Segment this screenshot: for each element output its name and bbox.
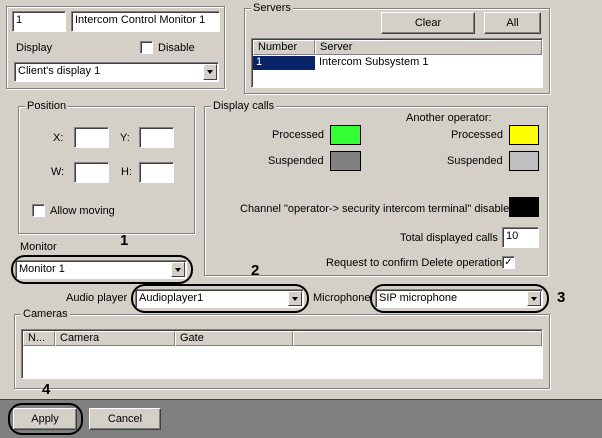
cameras-title: Cameras — [21, 308, 70, 321]
chevron-down-icon[interactable] — [288, 291, 302, 306]
microphone-label: Microphone — [313, 292, 371, 304]
w-input[interactable] — [74, 162, 109, 183]
callout-number-2: 2 — [251, 262, 260, 279]
servers-col-server[interactable]: Server — [315, 40, 542, 55]
audio-player-label: Audio player — [66, 292, 128, 304]
w-label: W: — [51, 166, 65, 178]
audio-player-select-value: Audioplayer1 — [139, 292, 204, 304]
cameras-col-empty — [293, 331, 542, 346]
monitor-select-value: Monitor 1 — [19, 263, 65, 275]
display-label: Display — [16, 42, 53, 54]
chevron-down-icon[interactable] — [203, 64, 217, 80]
display-select[interactable]: Client's display 1 — [14, 62, 219, 82]
cancel-button[interactable]: Cancel — [89, 408, 161, 430]
confirm-delete-checkbox[interactable]: ✓ — [502, 256, 515, 269]
servers-title: Servers — [251, 2, 293, 15]
object-id-field[interactable]: 1 — [12, 11, 66, 32]
another-operator-label: Another operator: — [406, 112, 492, 124]
cameras-col-number[interactable]: N... — [23, 331, 55, 346]
microphone-select[interactable]: SIP microphone — [375, 289, 543, 308]
disable-checkbox[interactable] — [140, 41, 153, 54]
microphone-select-value: SIP microphone — [379, 292, 458, 304]
monitor-label: Monitor — [20, 241, 57, 253]
cameras-table[interactable]: N... Camera Gate — [21, 329, 543, 379]
h-label: H: — [121, 166, 132, 178]
clear-button[interactable]: Clear — [381, 12, 475, 34]
another-suspended-color-swatch[interactable] — [509, 151, 539, 171]
x-input[interactable] — [74, 127, 109, 148]
channel-disabled-label: Channel "operator-> security intercom te… — [240, 203, 516, 215]
servers-col-number[interactable]: Number — [253, 40, 315, 55]
x-label: X: — [53, 132, 64, 144]
cameras-col-camera[interactable]: Camera — [55, 331, 175, 346]
table-row[interactable]: 1 Intercom Subsystem 1 — [253, 56, 542, 70]
suspended-color-swatch[interactable] — [330, 151, 361, 171]
server-number-cell: 1 — [253, 56, 315, 70]
h-input[interactable] — [139, 162, 174, 183]
display-select-value: Client's display 1 — [18, 65, 101, 77]
processed-color-swatch[interactable] — [330, 125, 361, 145]
position-title: Position — [25, 100, 69, 113]
server-name-cell: Intercom Subsystem 1 — [319, 56, 429, 68]
all-button[interactable]: All — [484, 12, 541, 34]
callout-number-1: 1 — [120, 232, 129, 249]
another-processed-color-swatch[interactable] — [509, 125, 539, 145]
confirm-delete-label: Request to confirm Delete operation — [326, 257, 503, 269]
allow-moving-checkbox[interactable] — [32, 204, 45, 217]
another-suspended-label: Suspended — [447, 155, 503, 167]
y-label: Y: — [120, 132, 130, 144]
total-displayed-calls-input[interactable]: 10 — [502, 227, 539, 248]
total-displayed-calls-label: Total displayed calls — [400, 232, 498, 244]
apply-button[interactable]: Apply — [13, 408, 77, 430]
chevron-down-icon[interactable] — [171, 262, 185, 277]
servers-table[interactable]: Number Server 1 Intercom Subsystem 1 — [251, 38, 543, 88]
chevron-down-icon[interactable] — [527, 291, 541, 306]
object-name-field[interactable]: Intercom Control Monitor 1 — [71, 11, 220, 32]
cameras-col-gate[interactable]: Gate — [175, 331, 293, 346]
audio-player-select[interactable]: Audioplayer1 — [135, 289, 304, 308]
callout-number-3: 3 — [557, 289, 566, 306]
channel-disabled-color-swatch[interactable] — [509, 197, 539, 217]
another-processed-label: Processed — [451, 129, 503, 141]
processed-label: Processed — [272, 129, 324, 141]
disable-label: Disable — [158, 42, 195, 54]
callout-number-4: 4 — [42, 381, 51, 398]
display-calls-title: Display calls — [211, 100, 277, 113]
allow-moving-label: Allow moving — [50, 205, 115, 217]
y-input[interactable] — [139, 127, 174, 148]
suspended-label: Suspended — [268, 155, 324, 167]
monitor-select[interactable]: Monitor 1 — [15, 260, 187, 279]
